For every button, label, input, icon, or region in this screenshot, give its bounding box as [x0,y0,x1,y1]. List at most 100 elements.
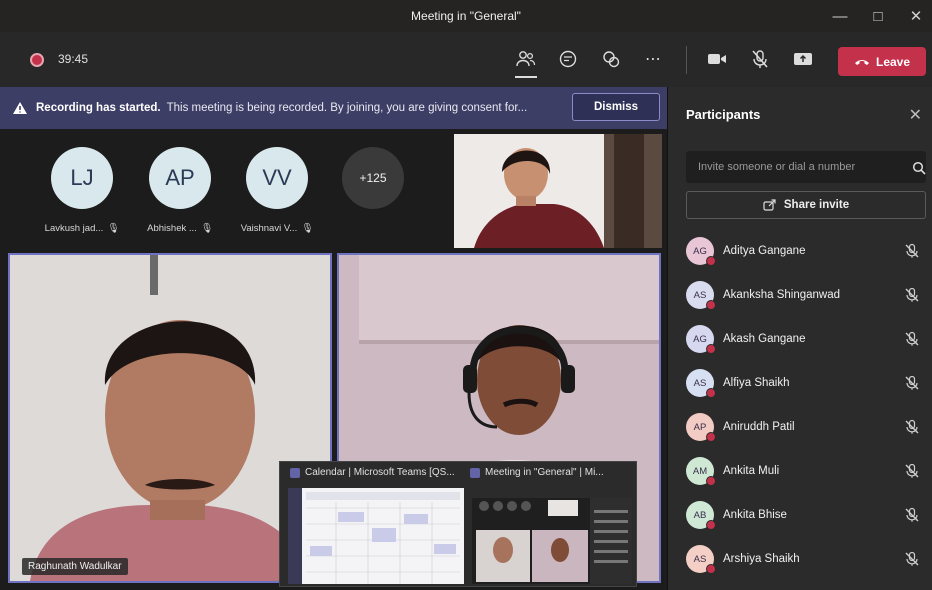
avatar: AP [686,413,716,442]
share-screen-icon[interactable] [792,48,814,70]
calendar-window-thumbnail[interactable] [288,488,464,584]
video-stage: LJ Lavkush jad... 🎙 AP Abhishek ... 🎙 VV… [0,129,667,590]
mic-muted-icon: 🎙 [107,223,120,234]
share-invite-label: Share invite [783,199,850,211]
thumbnail-title-text: Calendar | Microsoft Teams [QS... [305,467,455,478]
camera-icon[interactable] [706,48,728,70]
status-badge [706,432,716,442]
participant-row[interactable]: AS Alfiya Shaikh [686,361,926,405]
participant-row[interactable]: AG Akash Gangane [686,317,926,361]
minimize-icon[interactable]: — [830,8,850,25]
video-tile-top[interactable] [454,134,662,248]
warning-icon [13,102,27,114]
participant-name: Ankita Bhise [723,509,787,521]
mic-muted-icon [905,551,919,566]
mic-muted-icon: 🎙 [200,223,213,234]
participant-list: AG Aditya Gangane AS Akanksha Shinganwad AG A… [686,229,926,581]
avatar: AB [686,501,716,530]
mic-muted-icon [905,287,919,302]
mic-muted-icon [905,331,919,346]
title-bar: Meeting in "General" — □ ✕ [0,0,932,32]
thumbnail-title: Calendar | Microsoft Teams [QS... [290,467,455,478]
reactions-icon[interactable] [600,48,622,70]
avatar: LJ [51,147,113,209]
mic-muted-icon [905,375,919,390]
avatar: AM [686,457,716,486]
mic-muted-icon[interactable] [749,48,771,70]
banner-message: This meeting is being recorded. By joini… [166,102,528,114]
dismiss-button[interactable]: Dismiss [572,93,660,121]
leave-button[interactable]: Leave [838,47,926,76]
participant-name: Aditya Gangane [723,245,806,257]
participant-tile[interactable]: LJ Lavkush jad... 🎙 [42,147,122,234]
avatar: AS [686,369,716,398]
share-icon [763,199,776,211]
avatar: AG [686,325,716,354]
avatar: AP [149,147,211,209]
status-badge [706,256,716,266]
participant-name: Alfiya Shaikh [723,377,790,389]
phone-hangup-icon [854,59,869,65]
search-icon[interactable] [912,161,926,175]
status-badge [706,476,716,486]
recording-banner: Recording has started. This meeting is b… [0,87,667,129]
status-badge [706,520,716,530]
participant-name: Lavkush jad... 🎙 [42,223,122,234]
panel-title: Participants [686,107,761,122]
leave-label: Leave [875,54,911,69]
video-feed-woman [454,134,662,248]
close-window-icon[interactable]: ✕ [906,7,926,25]
participant-name: Akash Gangane [723,333,806,345]
status-badge [706,344,716,354]
avatar: AS [686,281,716,310]
taskbar-previews: Calendar | Microsoft Teams [QS... Meetin… [279,461,637,587]
participant-name: Vaishnavi V... 🎙 [237,223,317,234]
participant-tile[interactable]: AP Abhishek ... 🎙 [140,147,220,234]
avatar: AG [686,237,716,266]
status-badge [706,300,716,310]
status-badge [706,564,716,574]
participant-name: Arshiya Shaikh [723,553,800,565]
avatar: AS [686,545,716,574]
thumbnail-title: Meeting in "General" | Mi... [470,467,604,478]
mic-muted-icon [905,243,919,258]
participant-row[interactable]: AS Akanksha Shinganwad [686,273,926,317]
participant-name-text: Vaishnavi V... [240,223,298,234]
mic-muted-icon [905,463,919,478]
participant-name-chip: Raghunath Wadulkar [22,558,128,575]
status-badge [706,388,716,398]
participant-row[interactable]: AS Arshiya Shaikh [686,537,926,581]
more-options-icon[interactable]: ⋯ [642,48,664,70]
participant-name: Akanksha Shinganwad [723,289,840,301]
avatar: VV [246,147,308,209]
participant-row[interactable]: AM Ankita Muli [686,449,926,493]
close-icon[interactable]: ✕ [909,105,922,125]
participant-tile[interactable]: VV Vaishnavi V... 🎙 [237,147,317,234]
participant-name: Aniruddh Patil [723,421,795,433]
participant-name: Ankita Muli [723,465,780,477]
maximize-icon[interactable]: □ [868,8,888,25]
chat-icon[interactable] [557,48,579,70]
participant-name: Abhishek ... 🎙 [140,223,220,234]
participants-panel: Participants ✕ Invite someone or dial a … [667,87,932,590]
teams-icon [470,467,480,478]
meeting-timer: 39:45 [58,52,89,66]
teams-icon [290,467,300,478]
people-icon[interactable] [515,48,537,78]
invite-input[interactable]: Invite someone or dial a number [686,151,926,183]
participant-name-text: Abhishek ... [147,223,197,234]
meeting-window-thumbnail[interactable] [472,488,632,584]
meeting-controls: 39:45 ⋯ Leave [0,32,932,87]
participant-row[interactable]: AG Aditya Gangane [686,229,926,273]
thumbnail-title-text: Meeting in "General" | Mi... [485,467,604,478]
window-controls: — □ ✕ [830,0,926,32]
share-invite-button[interactable]: Share invite [686,191,926,219]
participant-name-text: Lavkush jad... [44,223,104,234]
mic-muted-icon [905,507,919,522]
mic-muted-icon: 🎙 [301,223,314,234]
mic-muted-icon [905,419,919,434]
overflow-participants-tile[interactable]: +125 [333,147,413,209]
participant-row[interactable]: AP Aniruddh Patil [686,405,926,449]
window-title: Meeting in "General" [411,9,521,23]
participant-row[interactable]: AB Ankita Bhise [686,493,926,537]
